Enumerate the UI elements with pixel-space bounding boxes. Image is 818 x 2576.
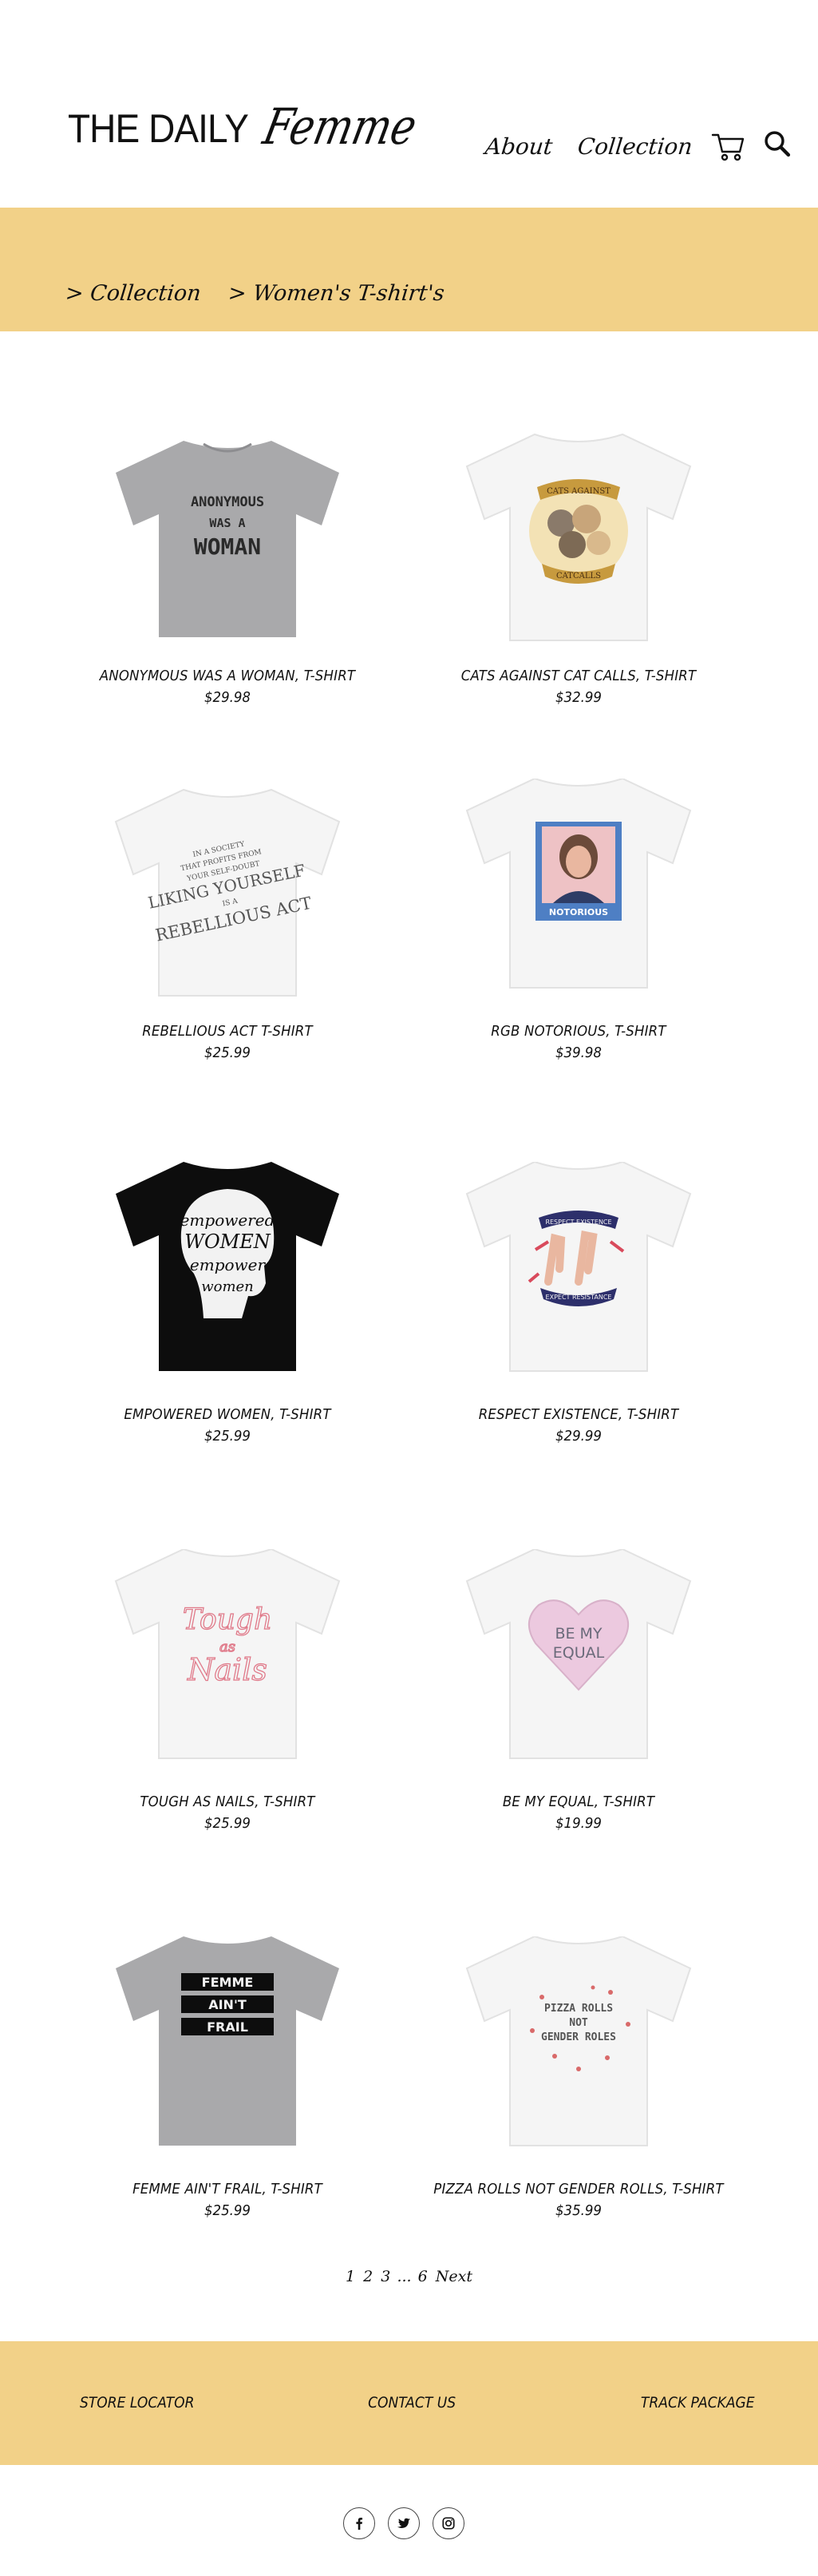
track-package-link[interactable]: TRACK PACKAGE — [641, 2394, 755, 2412]
product-name[interactable]: ANONYMOUS WAS A WOMAN, T-SHIRT — [73, 668, 381, 684]
product-price: $25.99 — [204, 1044, 251, 1061]
shirt-print-text: EXPECT RESISTANCE — [546, 1294, 612, 1301]
product-card[interactable]: NOTORIOUS RGB NOTORIOUS, T-SHIRT $39.98 — [411, 779, 746, 1061]
product-card[interactable]: Tough as Nails TOUGH AS NAILS, T-SHIRT $… — [60, 1549, 395, 1832]
shirt-print-text: WAS A — [209, 516, 245, 530]
shirt-print-text: WOMEN — [184, 1231, 271, 1253]
product-name[interactable]: RESPECT EXISTENCE, T-SHIRT — [425, 1406, 733, 1423]
breadcrumb-band: > Collection > Women's T-shirt's — [0, 208, 818, 331]
product-card[interactable]: PIZZA ROLLS NOT GENDER ROLES PIZZA ROLLS… — [411, 1936, 746, 2219]
breadcrumb: > Collection > Women's T-shirt's — [64, 281, 445, 306]
shopping-cart-icon[interactable] — [710, 128, 747, 164]
nav-about-link[interactable]: About — [484, 133, 554, 160]
footer-band: STORE LOCATOR CONTACT US TRACK PACKAGE — [0, 2341, 818, 2465]
product-price: $29.98 — [204, 689, 251, 706]
logo-text-daily: THE DAILY — [68, 106, 249, 151]
shirt-print-text: ANONYMOUS — [191, 494, 264, 510]
product-price: $19.99 — [555, 1815, 602, 1832]
product-card[interactable]: empowered WOMEN empower women EMPOWERED … — [60, 1162, 395, 1445]
shirt-print-text: PIZZA ROLLS — [544, 2003, 613, 2015]
product-price: $25.99 — [204, 1428, 251, 1445]
product-price: $39.98 — [555, 1044, 602, 1061]
site-header: THE DAILY Femme About Collection — [0, 0, 818, 208]
product-price: $32.99 — [555, 689, 602, 706]
shirt-print-text: EQUAL — [553, 1644, 605, 1662]
product-image-pizza-rolls-tshirt[interactable]: PIZZA ROLLS NOT GENDER ROLES — [459, 1936, 698, 2160]
shirt-print-text: CATS AGAINST — [547, 487, 611, 496]
site-logo[interactable]: THE DAILY Femme — [68, 97, 443, 156]
shirt-print-text: women — [201, 1278, 254, 1295]
shirt-print-text: NOTORIOUS — [549, 907, 608, 917]
page-3-link[interactable]: 3 — [381, 2268, 390, 2285]
product-image-femme-aint-frail-tshirt[interactable]: FEMME AIN'T FRAIL — [108, 1936, 347, 2160]
product-image-respect-existence-tshirt[interactable]: RESPECT EXISTENCE EXPECT RESISTANCE — [459, 1162, 698, 1385]
next-page-link[interactable]: Next — [436, 2268, 472, 2285]
product-image-rgb-notorious-tshirt[interactable]: NOTORIOUS — [459, 779, 698, 1002]
product-card[interactable]: FEMME AIN'T FRAIL FEMME AIN'T FRAIL, T-S… — [60, 1936, 395, 2219]
social-links — [343, 2507, 464, 2539]
product-image-anonymous-tshirt[interactable]: ANONYMOUS WAS A WOMAN — [108, 423, 347, 647]
store-locator-link[interactable]: STORE LOCATOR — [80, 2394, 195, 2412]
product-price: $25.99 — [204, 1815, 251, 1832]
product-name[interactable]: EMPOWERED WOMEN, T-SHIRT — [73, 1406, 381, 1423]
product-name[interactable]: FEMME AIN'T FRAIL, T-SHIRT — [73, 2181, 381, 2198]
search-icon[interactable] — [761, 128, 798, 164]
shirt-print-text: WOMAN — [194, 533, 261, 560]
product-price: $25.99 — [204, 2202, 251, 2219]
twitter-icon[interactable] — [388, 2507, 420, 2539]
page-6-link[interactable]: 6 — [418, 2268, 428, 2285]
shirt-print-text: AIN'T — [208, 1997, 247, 2012]
product-name[interactable]: PIZZA ROLLS NOT GENDER ROLLS, T-SHIRT — [425, 2181, 733, 2198]
product-name[interactable]: TOUGH AS NAILS, T-SHIRT — [73, 1793, 381, 1810]
instagram-icon[interactable] — [433, 2507, 464, 2539]
shirt-print-text: RESPECT EXISTENCE — [545, 1219, 611, 1226]
shirt-print-text: empowered — [180, 1211, 275, 1230]
product-image-be-my-equal-tshirt[interactable]: BE MY EQUAL — [459, 1549, 698, 1773]
shirt-print-text: empower — [190, 1255, 267, 1274]
product-card[interactable]: CATS AGAINST CATCALLS CATS AGAINST CAT C… — [411, 423, 746, 706]
shirt-print-text: CATCALLS — [556, 572, 601, 581]
product-price: $29.99 — [555, 1428, 602, 1445]
product-image-cats-tshirt[interactable]: CATS AGAINST CATCALLS — [459, 423, 698, 647]
product-name[interactable]: BE MY EQUAL, T-SHIRT — [425, 1793, 733, 1810]
page-1-link[interactable]: 1 — [346, 2268, 355, 2285]
page-2-link[interactable]: 2 — [363, 2268, 373, 2285]
product-name[interactable]: REBELLIOUS ACT T-SHIRT — [73, 1023, 381, 1040]
breadcrumb-womens-tshirts[interactable]: > Women's T-shirt's — [227, 281, 445, 306]
main-nav: About Collection — [484, 128, 798, 164]
product-image-empowered-women-tshirt[interactable]: empowered WOMEN empower women — [108, 1162, 347, 1385]
pagination-ellipsis: ... — [397, 2268, 412, 2285]
product-name[interactable]: CATS AGAINST CAT CALLS, T-SHIRT — [425, 668, 733, 684]
product-card[interactable]: RESPECT EXISTENCE EXPECT RESISTANCE RESP… — [411, 1162, 746, 1445]
product-card[interactable]: ANONYMOUS WAS A WOMAN ANONYMOUS WAS A WO… — [60, 423, 395, 706]
shirt-print-text: Nails — [187, 1652, 267, 1687]
shirt-print-text: BE MY — [555, 1625, 602, 1643]
shirt-print-text: FEMME — [202, 1975, 254, 1990]
product-price: $35.99 — [555, 2202, 602, 2219]
product-card[interactable]: IN A SOCIETY THAT PROFITS FROM YOUR SELF… — [60, 779, 395, 1061]
pagination: 1 2 3 ... 6 Next — [0, 2268, 818, 2285]
facebook-icon[interactable] — [343, 2507, 375, 2539]
nav-collection-link[interactable]: Collection — [577, 133, 694, 160]
product-image-rebellious-tshirt[interactable]: IN A SOCIETY THAT PROFITS FROM YOUR SELF… — [108, 779, 347, 1002]
product-name[interactable]: RGB NOTORIOUS, T-SHIRT — [425, 1023, 733, 1040]
shirt-print-text: Tough — [183, 1603, 272, 1636]
shirt-print-text: GENDER ROLES — [541, 2031, 616, 2043]
logo-text-femme: Femme — [258, 97, 422, 156]
product-image-tough-as-nails-tshirt[interactable]: Tough as Nails — [108, 1549, 347, 1773]
product-card[interactable]: BE MY EQUAL BE MY EQUAL, T-SHIRT $19.99 — [411, 1549, 746, 1832]
contact-us-link[interactable]: CONTACT US — [368, 2394, 456, 2412]
shirt-print-text: NOT — [569, 2017, 588, 2029]
breadcrumb-collection[interactable]: > Collection — [64, 281, 202, 306]
shirt-print-text: FRAIL — [207, 2019, 248, 2035]
